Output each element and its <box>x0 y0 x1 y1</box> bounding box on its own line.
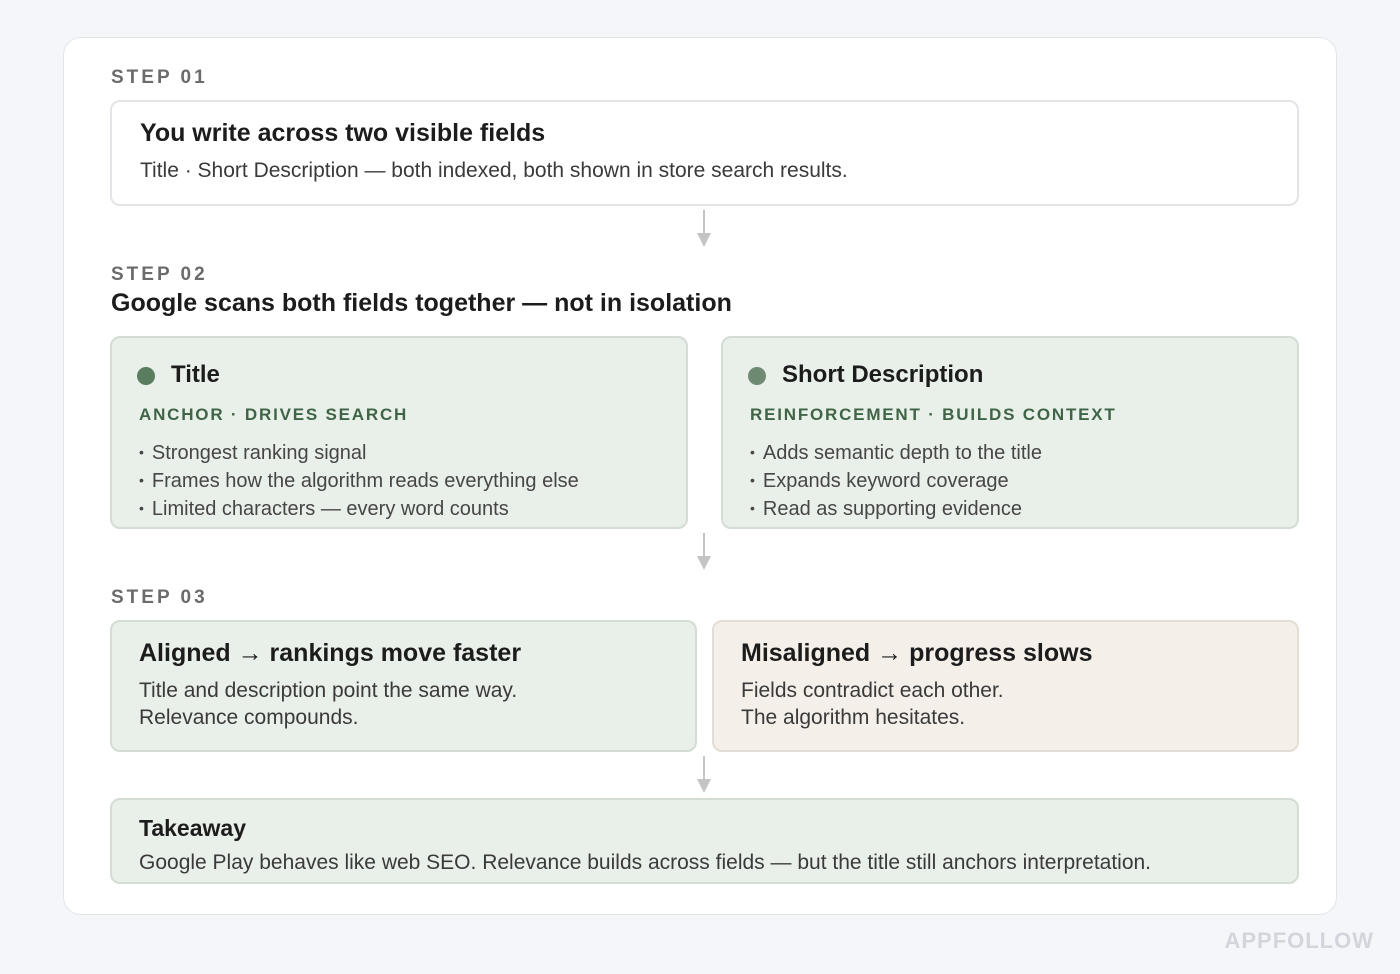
takeaway-title: Takeaway <box>139 815 246 841</box>
green-dot-icon <box>748 367 766 385</box>
appfollow-watermark: APPFOLLOW <box>1224 928 1374 953</box>
list-item: Adds semantic depth to the title <box>750 439 1042 467</box>
short-description-subtitle: REINFORCEMENT · BUILDS CONTEXT <box>750 405 1117 424</box>
misaligned-line-2: The algorithm hesitates. <box>741 706 966 729</box>
step-01-box: You write across two visible fields Titl… <box>110 100 1299 206</box>
title-field-box: Title ANCHOR · DRIVES SEARCH Strongest r… <box>110 336 688 529</box>
down-arrow-icon <box>697 210 711 247</box>
aligned-line-2: Relevance compounds. <box>139 706 359 729</box>
step-01-text: Title · Short Description — both indexed… <box>140 159 848 182</box>
title-field-subtitle: ANCHOR · DRIVES SEARCH <box>139 405 409 424</box>
title-field-bullets: Strongest ranking signal Frames how the … <box>139 439 579 523</box>
title-field-title: Title <box>171 361 220 388</box>
misaligned-title: Misaligned → progress slows <box>741 639 1093 667</box>
takeaway-text: Google Play behaves like web SEO. Releva… <box>139 851 1152 874</box>
step-01-label: STEP 01 <box>111 67 208 88</box>
step-03-label: STEP 03 <box>111 587 208 608</box>
down-arrow-icon <box>697 756 711 793</box>
misaligned-line-1: Fields contradict each other. <box>741 679 1004 702</box>
list-item: Limited characters — every word counts <box>139 495 579 523</box>
aligned-title: Aligned → rankings move faster <box>139 639 522 667</box>
short-description-box: Short Description REINFORCEMENT · BUILDS… <box>721 336 1299 529</box>
step-02-heading: Google scans both fields together — not … <box>111 289 732 317</box>
down-arrow-icon <box>697 533 711 570</box>
aligned-box: Aligned → rankings move faster Title and… <box>110 620 697 752</box>
takeaway-box: Takeaway Google Play behaves like web SE… <box>110 798 1299 884</box>
short-description-title: Short Description <box>782 361 984 388</box>
aligned-line-1: Title and description point the same way… <box>139 679 518 702</box>
list-item: Expands keyword coverage <box>750 467 1042 495</box>
diagram-card: STEP 01 You write across two visible fie… <box>63 37 1337 915</box>
list-item: Read as supporting evidence <box>750 495 1042 523</box>
misaligned-box: Misaligned → progress slows Fields contr… <box>712 620 1299 752</box>
step-01-title: You write across two visible fields <box>140 119 546 147</box>
step-02-label: STEP 02 <box>111 264 208 285</box>
list-item: Frames how the algorithm reads everythin… <box>139 467 579 495</box>
short-description-bullets: Adds semantic depth to the title Expands… <box>750 439 1042 523</box>
list-item: Strongest ranking signal <box>139 439 579 467</box>
green-dot-icon <box>137 367 155 385</box>
